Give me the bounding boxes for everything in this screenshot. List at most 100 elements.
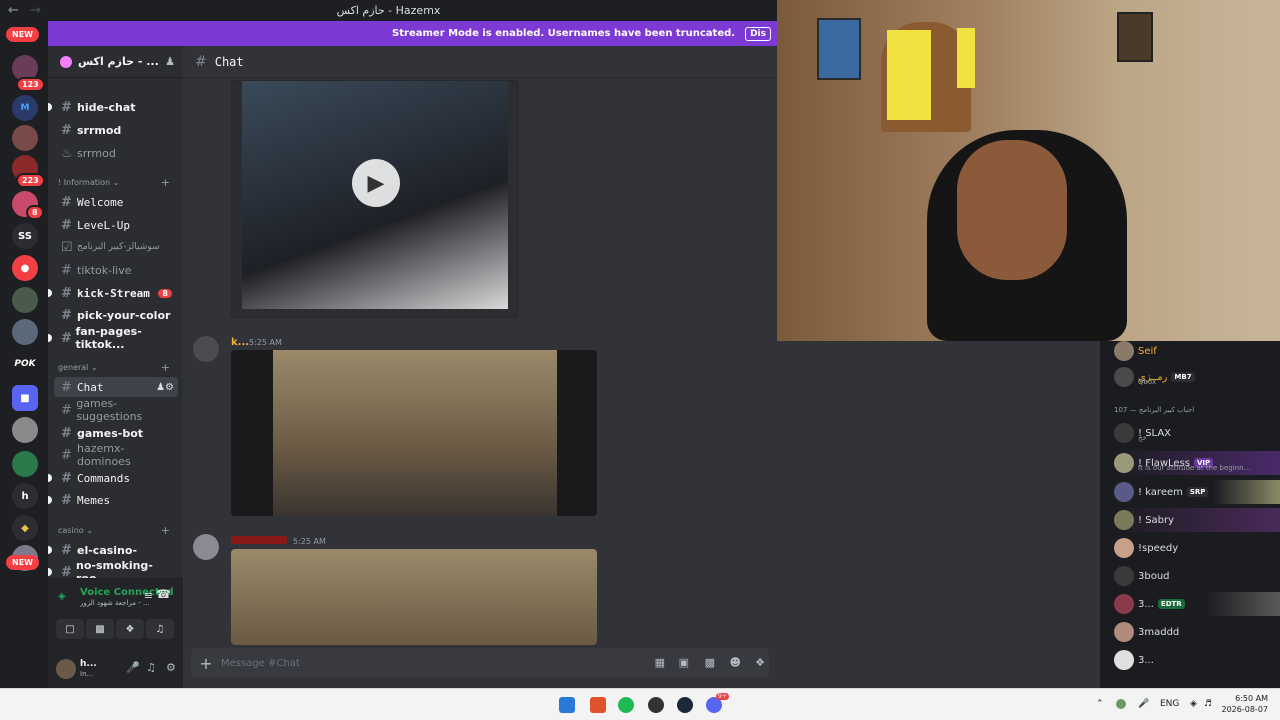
- add-channel-icon[interactable]: +: [161, 361, 170, 374]
- category-information[interactable]: ! Information ⌄ +: [58, 176, 176, 189]
- unread-pip: [48, 546, 52, 554]
- add-channel-icon[interactable]: +: [161, 524, 170, 537]
- channel-games-suggestions[interactable]: # games-suggestions: [54, 397, 178, 423]
- member-row[interactable]: 3... EDTR: [1114, 592, 1280, 616]
- channel-fan-pages[interactable]: # fan-pages-tiktok...: [48, 325, 178, 351]
- member-row[interactable]: 3boud: [1114, 564, 1280, 588]
- clock[interactable]: 6:50 AM 2026-08-07: [1222, 693, 1269, 715]
- apps-icon[interactable]: ❖: [755, 656, 765, 669]
- steam-icon[interactable]: [677, 697, 693, 713]
- add-member-icon[interactable]: ♟: [165, 55, 175, 68]
- sticker-icon[interactable]: ▩: [705, 656, 715, 669]
- add-channel-icon[interactable]: +: [161, 176, 170, 189]
- new-pill-bottom[interactable]: NEW: [6, 555, 39, 570]
- redacted-username[interactable]: [231, 536, 287, 544]
- new-pill-top[interactable]: NEW: [6, 27, 39, 42]
- banner-dismiss-button[interactable]: Dis: [745, 26, 771, 41]
- camera-off-button[interactable]: □: [56, 619, 84, 639]
- streamer-face: [957, 140, 1067, 280]
- server-icon-h[interactable]: h: [12, 483, 38, 509]
- avatar[interactable]: [56, 659, 76, 679]
- channel-social[interactable]: ☑ سوشيالز-كبير البرنامج: [54, 237, 178, 257]
- server-icon[interactable]: M: [12, 95, 38, 121]
- start-icon[interactable]: [559, 697, 575, 713]
- emoji-icon[interactable]: ☻: [730, 656, 741, 669]
- server-icon[interactable]: [12, 287, 38, 313]
- server-icon[interactable]: ◆: [12, 515, 38, 541]
- channel-memes[interactable]: # Memes: [48, 490, 178, 510]
- volume-icon[interactable]: ♬: [1204, 699, 1212, 709]
- channel-label: tiktok-live: [77, 263, 132, 277]
- channel-el-casino[interactable]: # el-casino-: [48, 540, 178, 560]
- server-icon[interactable]: [12, 417, 38, 443]
- server-icon[interactable]: [12, 451, 38, 477]
- wifi-icon[interactable]: ◈: [1190, 699, 1197, 709]
- folder-icon[interactable]: ■: [12, 385, 38, 411]
- stream-member-list: Seif رمــزي MB7 Qbox احباب كبير البرنامج —…: [1100, 341, 1280, 688]
- channel-commands[interactable]: # Commands: [48, 468, 178, 488]
- category-general[interactable]: general ⌄ +: [58, 361, 176, 374]
- member-row[interactable]: رمــزي MB7 Qbox: [1114, 365, 1280, 389]
- channel-level-up[interactable]: # LeveL-Up: [54, 215, 178, 235]
- obs-icon[interactable]: [648, 697, 664, 713]
- channel-welcome[interactable]: # Welcome: [54, 192, 178, 212]
- member-row[interactable]: !speedy: [1114, 536, 1280, 560]
- channel-kick-stream[interactable]: # kick-Stream 8: [48, 283, 178, 303]
- channel-hazemx-dominoes[interactable]: # hazemx-dominoes: [54, 442, 178, 468]
- composer-placeholder[interactable]: Message #Chat: [221, 658, 300, 669]
- message-composer[interactable]: + Message #Chat ▦ ▣ ▩ ☻ ❖: [191, 648, 769, 678]
- voice-channel[interactable]: مراجعة شهود الزور - ...: [80, 599, 150, 607]
- server-rail: NEW 123 M 223 8 SS ● POK ■ h ◆ NEW: [0, 21, 48, 688]
- member-row[interactable]: 3...: [1114, 648, 1280, 672]
- activities-button[interactable]: ❖: [116, 619, 144, 639]
- server-icon[interactable]: [12, 319, 38, 345]
- mic-icon[interactable]: 🎤: [126, 661, 140, 674]
- mic-icon[interactable]: 🎤: [1138, 699, 1149, 709]
- channel-label: games-bot: [77, 426, 144, 440]
- tray-app-icon[interactable]: [1116, 699, 1126, 709]
- member-row[interactable]: ! FlawLess VIP It is our attitude at the b…: [1114, 451, 1280, 475]
- language-indicator[interactable]: ENG: [1160, 699, 1179, 709]
- channel-tiktok-live[interactable]: # tiktok-live: [54, 260, 178, 280]
- noise-suppression-icon[interactable]: ≡: [144, 589, 153, 602]
- image-attachment[interactable]: [231, 549, 597, 645]
- avatar[interactable]: [193, 336, 219, 362]
- play-icon[interactable]: ▶: [352, 159, 400, 207]
- video-embed[interactable]: ▶: [231, 80, 519, 318]
- server-icon-ss[interactable]: SS: [12, 223, 38, 249]
- soundboard-button[interactable]: ♫: [146, 619, 174, 639]
- add-attachment-icon[interactable]: +: [191, 654, 221, 673]
- server-icon[interactable]: ●: [12, 255, 38, 281]
- member-row[interactable]: ! SLAX خخ: [1114, 421, 1280, 445]
- settings-gear-icon[interactable]: ⚙: [166, 661, 176, 674]
- image-attachment[interactable]: [231, 350, 597, 516]
- avatar[interactable]: [193, 534, 219, 560]
- channel-pick-your-color[interactable]: # pick-your-color: [54, 305, 178, 325]
- unread-pip: [48, 289, 52, 297]
- channel-chat[interactable]: # Chat ♟⚙: [54, 377, 178, 397]
- server-icon[interactable]: [12, 125, 38, 151]
- channel-srrmod-voice[interactable]: ♨ srrmod: [54, 143, 178, 163]
- member-row[interactable]: Seif: [1114, 341, 1280, 363]
- channel-hide-chat[interactable]: # hide-chat: [48, 97, 178, 117]
- member-sub: خخ: [1138, 434, 1147, 442]
- server-icon-poke[interactable]: POK: [12, 351, 38, 377]
- channel-games-bot[interactable]: # games-bot: [54, 423, 178, 443]
- gift-icon[interactable]: ▦: [655, 656, 665, 669]
- message-author[interactable]: k...: [231, 337, 249, 348]
- category-casino[interactable]: casino ⌄ +: [58, 524, 176, 537]
- settings-gear-icon[interactable]: ♟⚙: [156, 382, 174, 393]
- channel-srrmod[interactable]: # srrmod: [54, 120, 178, 140]
- guild-header[interactable]: حازم اكس - ... ⌄ ♟: [48, 46, 183, 78]
- disconnect-icon[interactable]: ☎: [156, 587, 171, 601]
- member-row[interactable]: ! kareem SRP: [1114, 480, 1280, 504]
- headphones-icon[interactable]: ♫: [146, 661, 156, 674]
- chevron-up-icon[interactable]: ⌃: [1096, 699, 1104, 709]
- member-row[interactable]: 3maddd: [1114, 620, 1280, 644]
- gif-icon[interactable]: ▣: [679, 656, 689, 669]
- server-badge: 8: [26, 205, 44, 220]
- brave-icon[interactable]: [590, 697, 606, 713]
- screen-share-button[interactable]: ▩: [86, 619, 114, 639]
- member-row[interactable]: ! Sabry: [1114, 508, 1280, 532]
- spotify-icon[interactable]: [618, 697, 634, 713]
